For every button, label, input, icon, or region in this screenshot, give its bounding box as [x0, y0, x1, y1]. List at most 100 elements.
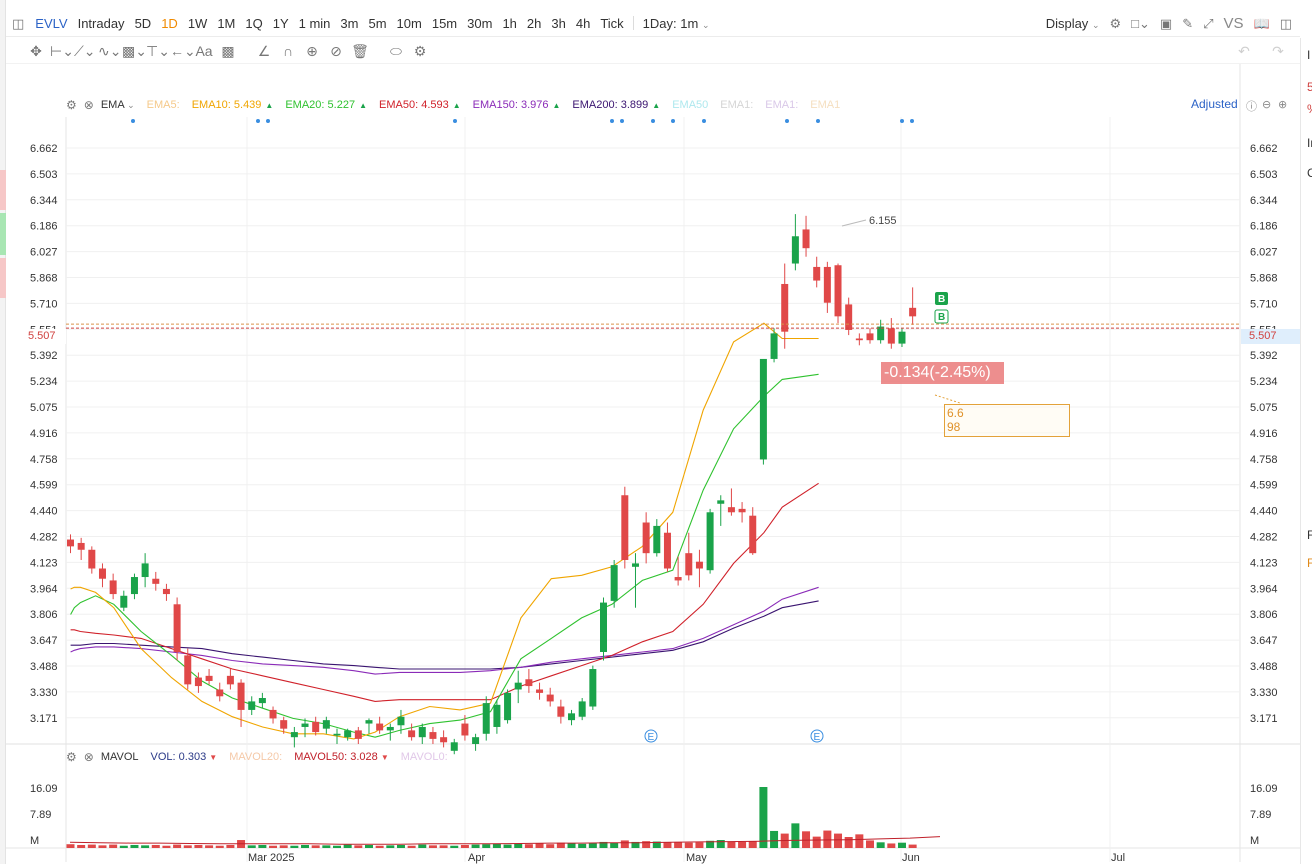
candle-body [493, 704, 501, 727]
indicator-settings-icon[interactable]: ⚙ [66, 99, 77, 111]
candle-body [759, 358, 767, 460]
ema-lines [70, 322, 819, 740]
signal-dot [910, 119, 914, 123]
candle-body [77, 542, 85, 550]
indicator-name[interactable]: EMA ⌄ [101, 99, 135, 111]
candle-body [67, 539, 74, 547]
legend-ema5: EMA5: [147, 99, 180, 111]
earnings-marker-label: E [648, 732, 655, 743]
candle-body [248, 701, 256, 710]
candle-body [312, 721, 320, 733]
high-price-label: 6.155 [869, 215, 897, 227]
volume-bar [269, 845, 278, 848]
price-tick-right: 3.488 [1250, 661, 1278, 673]
volume-bar [535, 843, 544, 848]
volume-bar [418, 844, 427, 848]
candle-body [791, 236, 799, 264]
chevron-down-icon: ⌄ [127, 100, 135, 110]
volume-settings-icon[interactable]: ⚙ [66, 751, 77, 763]
price-tick-left: 4.282 [30, 532, 58, 544]
price-tick-left: 3.647 [30, 635, 58, 647]
price-tick-right: 6.503 [1250, 169, 1278, 181]
candle-body [429, 732, 437, 739]
volume-close-icon[interactable]: ⊗ [84, 751, 94, 763]
candle-body [717, 500, 725, 504]
volume-bar [77, 844, 86, 848]
volume-bar [876, 842, 885, 848]
volume-bar [748, 841, 757, 848]
price-tick-left: 5.868 [30, 273, 58, 285]
price-tick-right: 4.599 [1250, 480, 1278, 492]
candle-body [578, 701, 586, 717]
legend-ema20-value: 5.227 [327, 99, 356, 111]
indicator-close-icon[interactable]: ⊗ [84, 99, 94, 111]
legend-ema150-value: 3.976 [520, 99, 549, 111]
candle-body [408, 730, 416, 738]
legend-ema5-label: EMA5: [146, 99, 180, 111]
price-tick-right: 5.868 [1250, 273, 1278, 285]
collapse-pane-icon[interactable]: ⊖ [1262, 98, 1271, 111]
volume-bar [322, 845, 331, 848]
volume-bar [471, 844, 480, 848]
candle-body [823, 266, 831, 303]
volume-bar [290, 845, 299, 848]
volume-bar [866, 840, 874, 848]
volume-indicator-name[interactable]: MAVOL [101, 751, 139, 763]
price-tick-left: 5.075 [30, 402, 58, 414]
price-tick-left: 5.710 [30, 298, 58, 310]
candle-body [674, 577, 682, 581]
volume-bar [87, 844, 96, 848]
time-tick-label: Apr [468, 852, 485, 864]
price-tick-left: 3.171 [30, 713, 58, 725]
volume-bar [119, 845, 128, 848]
candle-body [88, 549, 96, 569]
volume-bar [226, 844, 235, 848]
legend-ema50: EMA50: 4.593 ▲ [379, 99, 461, 111]
price-tick-right: 3.647 [1250, 635, 1278, 647]
legend-ema50-label: EMA50: [379, 99, 419, 111]
candle-body [290, 732, 298, 738]
expand-pane-icon[interactable]: ⊕ [1278, 98, 1287, 111]
candle-body [866, 333, 874, 341]
volume-bar [215, 845, 224, 848]
candle-body [472, 737, 480, 744]
legend-mavol20: MAVOL20: [229, 751, 283, 763]
candle-body [653, 525, 661, 554]
candle-body [397, 716, 405, 726]
legend-mavol0: MAVOL0: [400, 751, 448, 763]
high-leader-line [841, 219, 867, 227]
price-tick-right: 3.330 [1250, 687, 1278, 699]
signal-dot [620, 119, 624, 123]
volume-bar [610, 842, 619, 848]
candle-body [706, 512, 714, 571]
right-edge-char: I [1307, 48, 1311, 62]
candle-body [440, 737, 448, 743]
price-tick-left: 6.027 [30, 247, 58, 259]
volume-bar [173, 844, 182, 848]
price-tick-right: 4.440 [1250, 506, 1278, 518]
volume-bar [141, 845, 150, 848]
volume-bar [812, 836, 821, 848]
legend-mavol50: MAVOL50: 3.028 ▼ [294, 751, 389, 763]
time-tick-label: May [686, 852, 707, 864]
volume-bar [162, 845, 171, 848]
price-tick-right: 4.758 [1250, 454, 1278, 466]
note-box[interactable]: 6.6 98 [944, 404, 1070, 437]
volume-bar [482, 844, 491, 848]
help-icon[interactable]: ⓘ [1246, 98, 1257, 114]
price-tick-right: 5.075 [1250, 402, 1278, 414]
volume-bar [759, 787, 768, 848]
volume-bar [439, 845, 448, 848]
price-chart[interactable]: 6.662 6.662 6.503 6.503 6.344 6.344 6.186 6.186… [0, 0, 1312, 864]
signal-dot [651, 119, 655, 123]
volume-bar [311, 845, 320, 848]
candle-body [834, 265, 842, 317]
candle-body [141, 563, 149, 578]
volume-bar [663, 842, 672, 848]
legend-ema10-label: EMA10: [191, 99, 231, 111]
legend-ema200-value: 3.899 [620, 99, 649, 111]
adjusted-toggle[interactable]: Adjusted [1191, 97, 1238, 111]
volume-bar [375, 845, 384, 848]
volume-bar [183, 845, 192, 848]
legend-vol: VOL: 0.303 ▼ [151, 751, 218, 763]
